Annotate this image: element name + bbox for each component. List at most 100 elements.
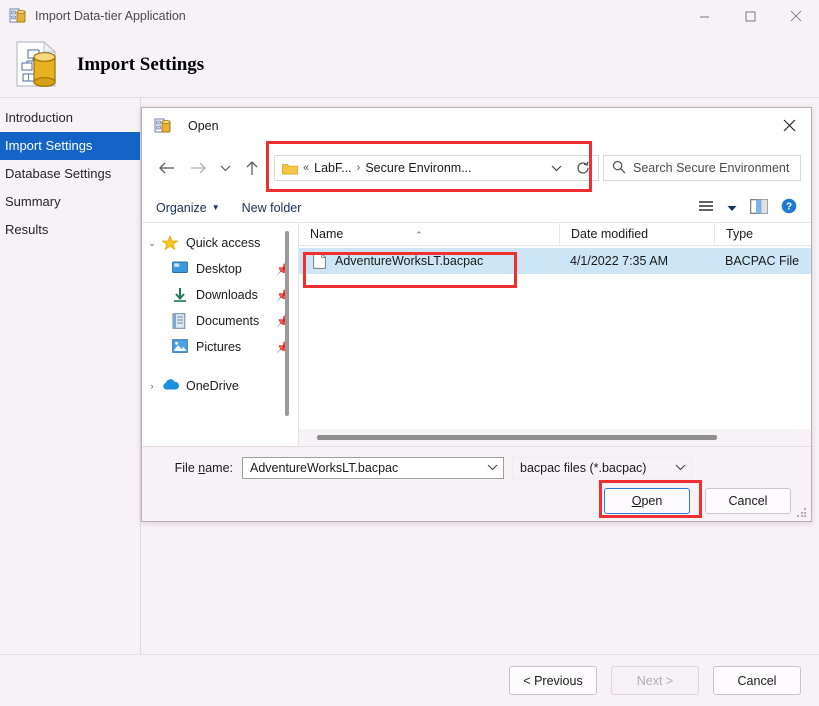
wizard-footer: < Previous Next > Cancel — [0, 654, 819, 706]
filename-row: File name: AdventureWorksLT.bacpac bacpa… — [142, 457, 811, 479]
column-header-name-label: Name — [310, 226, 344, 241]
file-date-modified: 4/1/2022 7:35 AM — [570, 254, 668, 268]
minimize-icon[interactable] — [681, 0, 727, 32]
organize-label: Organize — [156, 200, 207, 215]
toolbar-view-controls: ? — [698, 198, 811, 217]
dialog-titlebar: Open — [142, 108, 811, 143]
maximize-icon[interactable] — [727, 0, 773, 32]
resize-grip[interactable] — [797, 508, 807, 518]
address-bar[interactable]: « LabF... › Secure Environm... — [274, 155, 599, 181]
column-header-date-modified[interactable]: Date modified — [559, 222, 714, 246]
sidebar-item-import-settings[interactable]: Import Settings — [0, 132, 140, 160]
breadcrumb-separator: › — [356, 162, 361, 174]
tree-item-label: OneDrive — [186, 379, 239, 393]
wizard-navigation: Introduction Import Settings Database Se… — [0, 98, 141, 654]
recent-locations-icon[interactable] — [214, 152, 236, 184]
chevron-right-icon[interactable]: › — [142, 381, 162, 391]
open-button[interactable]: Open — [604, 488, 690, 514]
search-input[interactable]: Search Secure Environment — [603, 155, 801, 181]
app-icon — [9, 7, 27, 25]
file-name-cell: AdventureWorksLT.bacpac — [299, 252, 559, 269]
tree-item-onedrive[interactable]: › OneDrive — [142, 373, 298, 399]
sidebar-item-results[interactable]: Results — [0, 216, 140, 244]
tree-item-downloads[interactable]: Downloads 📌 — [142, 282, 298, 308]
dialog-close-icon[interactable] — [767, 109, 811, 143]
view-chevron-down-icon[interactable] — [727, 201, 737, 215]
close-icon[interactable] — [773, 0, 819, 32]
breadcrumb-secure-environment[interactable]: Secure Environm... — [365, 161, 471, 175]
star-icon — [161, 235, 180, 251]
filter-dropdown-icon[interactable] — [671, 463, 689, 473]
tree-item-documents[interactable]: Documents 📌 — [142, 308, 298, 334]
desktop-icon — [172, 261, 190, 277]
help-icon[interactable]: ? — [781, 198, 797, 217]
dialog-main-panes: ⌄ Quick access Desktop 📌 Downloads 📌 Doc… — [142, 222, 811, 446]
new-folder-label: New folder — [241, 200, 302, 215]
breadcrumb-labf[interactable]: LabF... — [314, 161, 352, 175]
scrollbar-thumb[interactable] — [317, 435, 717, 440]
tree-item-label: Pictures — [196, 340, 242, 354]
forward-icon — [182, 152, 214, 184]
filename-label-post: ame: — [205, 461, 233, 475]
dialog-bottom-bar: File name: AdventureWorksLT.bacpac bacpa… — [142, 446, 811, 521]
window-title: Import Data-tier Application — [35, 9, 186, 23]
view-list-icon[interactable] — [698, 200, 714, 216]
filename-input[interactable]: AdventureWorksLT.bacpac — [242, 457, 504, 479]
tree-item-label: Desktop — [196, 262, 242, 276]
column-header-name[interactable]: Name ⌃ — [299, 223, 559, 246]
new-folder-button[interactable]: New folder — [242, 201, 302, 215]
dialog-title: Open — [188, 118, 219, 133]
preview-pane-icon[interactable] — [750, 198, 768, 217]
column-header-type[interactable]: Type — [714, 222, 811, 246]
file-row-adventureworkslt[interactable]: AdventureWorksLT.bacpac 4/1/2022 7:35 AM… — [299, 248, 811, 274]
filename-value: AdventureWorksLT.bacpac — [250, 461, 399, 475]
file-list: AdventureWorksLT.bacpac 4/1/2022 7:35 AM… — [299, 246, 811, 446]
window-controls — [681, 0, 819, 32]
pictures-icon — [172, 339, 190, 355]
search-icon — [612, 160, 626, 177]
sidebar-item-summary[interactable]: Summary — [0, 188, 140, 216]
tree-pane-scrollbar[interactable] — [285, 231, 289, 416]
tree-item-label: Quick access — [186, 236, 261, 250]
previous-button[interactable]: < Previous — [509, 666, 597, 695]
file-list-pane: Name ⌃ Date modified Type AdventureWorks… — [299, 222, 811, 446]
cancel-button[interactable]: Cancel — [713, 666, 801, 695]
back-icon[interactable] — [150, 152, 182, 184]
page-title: Import Settings — [77, 54, 205, 75]
tree-item-label: Documents — [196, 314, 260, 328]
sidebar-item-introduction[interactable]: Introduction — [0, 104, 140, 132]
import-settings-banner-icon — [14, 39, 60, 92]
dialog-cancel-button[interactable]: Cancel — [705, 488, 791, 514]
tree-item-desktop[interactable]: Desktop 📌 — [142, 256, 298, 282]
file-type: BACPAC File — [725, 254, 800, 268]
downloads-icon — [172, 287, 190, 303]
filename-dropdown-icon[interactable] — [483, 463, 501, 473]
dialog-toolbar: Organize ▼ New folder ? — [142, 193, 811, 223]
dialog-navigation-bar: « LabF... › Secure Environm... Search Se… — [142, 143, 811, 193]
sidebar-item-database-settings[interactable]: Database Settings — [0, 160, 140, 188]
address-dropdown-icon[interactable] — [545, 157, 567, 179]
refresh-icon[interactable] — [572, 157, 594, 179]
file-type-filter-value: bacpac files (*.bacpac) — [520, 461, 647, 475]
chevron-down-icon: ▼ — [211, 203, 220, 212]
up-icon[interactable] — [236, 152, 268, 184]
next-button: Next > — [611, 666, 699, 695]
dialog-app-icon — [154, 117, 172, 135]
chevron-down-icon[interactable]: ⌄ — [142, 238, 162, 249]
address-leading-chevrons: « — [303, 162, 310, 174]
open-file-dialog: Open « LabF... › Secure Environm... Sear… — [141, 107, 812, 522]
folder-icon — [282, 162, 298, 175]
tree-item-label: Downloads — [196, 288, 258, 302]
dialog-action-buttons: Open Cancel — [604, 488, 791, 514]
file-list-horizontal-scrollbar[interactable] — [299, 429, 811, 446]
navigation-tree-pane: ⌄ Quick access Desktop 📌 Downloads 📌 Doc… — [142, 223, 298, 446]
open-button-label: pen — [641, 494, 663, 508]
sort-ascending-icon: ⌃ — [415, 229, 423, 240]
organize-button[interactable]: Organize ▼ — [156, 201, 220, 215]
filename-label-pre: File — [174, 461, 199, 475]
file-icon — [313, 252, 327, 269]
file-type-filter-select[interactable]: bacpac files (*.bacpac) — [512, 457, 692, 479]
tree-item-quick-access[interactable]: ⌄ Quick access — [142, 230, 298, 256]
window-titlebar: Import Data-tier Application — [0, 0, 819, 32]
tree-item-pictures[interactable]: Pictures 📌 — [142, 334, 298, 360]
